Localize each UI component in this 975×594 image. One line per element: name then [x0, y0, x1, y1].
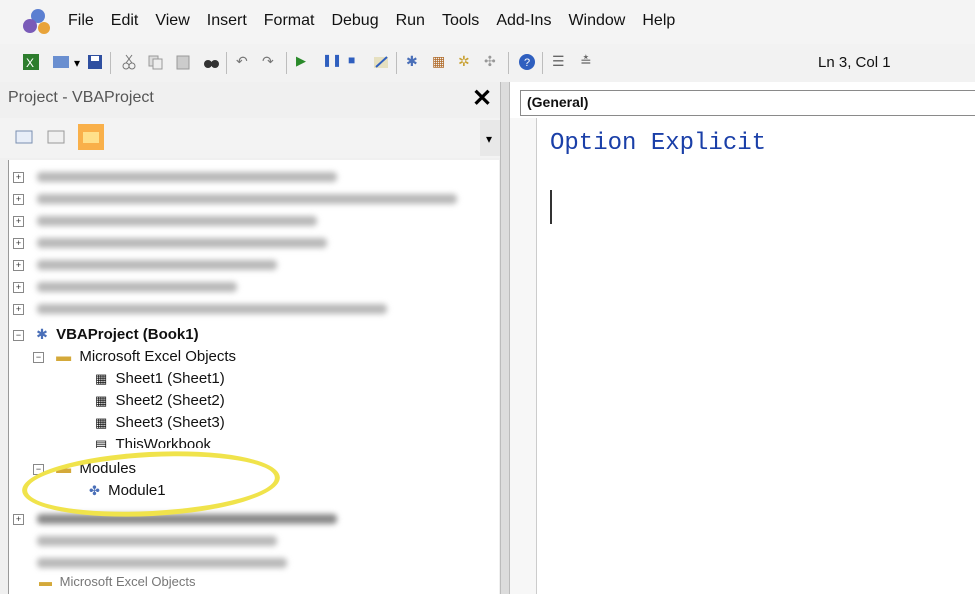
object-dropdown-value: (General) [527, 94, 589, 110]
menu-format[interactable]: Format [264, 12, 315, 30]
menu-view[interactable]: View [155, 12, 189, 30]
vba-logo-icon [23, 9, 50, 34]
menu-help[interactable]: Help [642, 12, 675, 30]
code-line[interactable]: Option Explicit [550, 130, 766, 157]
collapse-icon[interactable]: − [13, 329, 24, 341]
tree-row-blurred [9, 552, 499, 574]
menu-tools[interactable]: Tools [442, 12, 479, 30]
workbook-icon: ▤ [95, 437, 108, 448]
tree-row-blurred: + [9, 298, 499, 320]
tree-row-blurred [9, 530, 499, 552]
run-icon[interactable]: ▶ [296, 53, 314, 71]
chevron-down-icon[interactable]: ▾ [480, 120, 500, 156]
tree-item-excel-objects[interactable]: − ▬ Microsoft Excel Objects [33, 348, 236, 370]
object-browser-icon[interactable]: ✲ [458, 53, 476, 71]
svg-text:X: X [26, 56, 34, 70]
reset-icon[interactable]: ■ [348, 53, 366, 71]
design-mode-icon[interactable] [372, 53, 390, 71]
menu-items: File Edit View Insert Format Debug Run T… [68, 12, 692, 30]
vbaproject-icon: ✱ [36, 326, 48, 342]
tree-item-label: Sheet1 (Sheet1) [115, 370, 225, 387]
tree-item-thisworkbook[interactable]: ▤ ThisWorkbook [95, 436, 211, 448]
paste-icon[interactable] [174, 53, 192, 71]
toolbox-icon[interactable]: ✣ [484, 53, 502, 71]
tree-item-label: VBAProject (Book1) [56, 326, 199, 343]
tree-item-sheet2[interactable]: ▦ Sheet2 (Sheet2) [95, 392, 225, 414]
tree-item-sheet3[interactable]: ▦ Sheet3 (Sheet3) [95, 414, 225, 436]
view-object-icon[interactable] [46, 128, 66, 146]
tree-row-blurred: + [9, 276, 499, 298]
svg-text:?: ? [524, 57, 530, 69]
menu-file[interactable]: File [68, 12, 94, 30]
tree-row-blurred: + [9, 188, 499, 210]
copy-icon[interactable] [146, 53, 164, 71]
sheet-icon: ▦ [95, 371, 108, 386]
find-icon[interactable] [202, 53, 220, 71]
collapse-icon[interactable]: − [33, 351, 44, 363]
toggle-folders-icon[interactable] [78, 124, 104, 150]
redo-icon[interactable]: ↷ [262, 53, 280, 71]
project-explorer-icon[interactable]: ✱ [406, 53, 424, 71]
menu-debug[interactable]: Debug [331, 12, 378, 30]
pane-splitter[interactable] [500, 82, 510, 594]
cut-icon[interactable] [120, 53, 138, 71]
project-explorer-titlebar: Project - VBAProject ✕ [0, 82, 500, 112]
tree-item-label: Microsoft Excel Objects [79, 348, 237, 365]
menu-run[interactable]: Run [396, 12, 425, 30]
properties-icon[interactable]: ▦ [432, 53, 450, 71]
tree-item-sheet1[interactable]: ▦ Sheet1 (Sheet1) [95, 370, 225, 392]
tree-item-label: ThisWorkbook [115, 436, 212, 448]
tree-item-excel-objects-2[interactable]: ▬ Microsoft Excel Objects [39, 574, 195, 594]
insert-module-icon[interactable] [52, 53, 70, 71]
text-caret [550, 190, 552, 224]
excel-icon[interactable]: X [22, 53, 40, 71]
code-window[interactable] [510, 82, 975, 594]
project-toolbar: ▾ [0, 118, 500, 158]
undo-icon[interactable]: ↶ [236, 53, 254, 71]
tree-item-label: Sheet3 (Sheet3) [115, 414, 225, 431]
menu-window[interactable]: Window [568, 12, 625, 30]
project-explorer-title: Project - VBAProject [8, 89, 154, 106]
tree-item-label: Microsoft Excel Objects [59, 574, 196, 589]
tree-item-vbaproject[interactable]: − ✱ VBAProject (Book1) [13, 326, 199, 348]
tree-row-blurred: + [9, 210, 499, 232]
sheet-icon: ▦ [95, 393, 108, 408]
tree-row-blurred: + [9, 254, 499, 276]
menu-insert[interactable]: Insert [207, 12, 247, 30]
project-tree: + + + + + + + − ✱ VBAProject (Book1) − ▬… [8, 160, 499, 594]
menu-edit[interactable]: Edit [111, 12, 139, 30]
quick-info-icon[interactable]: ≛ [580, 53, 598, 71]
sheet-icon: ▦ [95, 415, 108, 430]
break-icon[interactable]: ❚❚ [322, 53, 342, 71]
menu-addins[interactable]: Add-Ins [496, 12, 551, 30]
folder-icon: ▬ [56, 348, 72, 365]
object-dropdown[interactable]: (General) [520, 90, 975, 116]
code-margin[interactable] [510, 118, 537, 594]
tree-row-blurred: + [9, 232, 499, 254]
list-icon[interactable]: ☰ [552, 53, 570, 71]
tree-item-label: Sheet2 (Sheet2) [115, 392, 225, 409]
cursor-position: Ln 3, Col 1 [818, 54, 891, 71]
standard-toolbar: X ▾ ↶ ↷ ▶ ❚❚ ■ ✱ ▦ ✲ ✣ ? ☰ ≛ Ln 3, Col 1 [0, 44, 975, 82]
view-code-icon[interactable] [14, 128, 34, 146]
close-icon[interactable]: ✕ [472, 84, 492, 113]
menu-bar: File Edit View Insert Format Debug Run T… [0, 0, 975, 44]
save-icon[interactable] [86, 53, 104, 71]
tree-row-blurred: + [9, 166, 499, 188]
folder-icon: ▬ [39, 574, 52, 589]
help-icon[interactable]: ? [518, 53, 536, 71]
